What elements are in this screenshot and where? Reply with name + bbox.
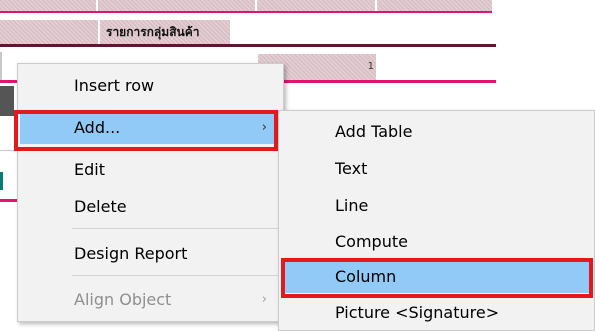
- band-divider: [375, 0, 377, 11]
- menu-item-label: Align Object: [74, 290, 172, 309]
- menu-item-label: Design Report: [74, 244, 188, 263]
- menu-item-design-report[interactable]: Design Report: [20, 238, 281, 270]
- submenu-item-label: Add Table: [335, 122, 413, 141]
- add-submenu: Add Table Text Line Compute Column Pictu…: [278, 110, 595, 331]
- top-band: [0, 0, 492, 11]
- submenu-item-compute[interactable]: Compute: [281, 226, 592, 258]
- field-marker: [0, 172, 3, 190]
- submenu-item-text[interactable]: Text: [281, 153, 592, 185]
- menu-item-label: Add...: [74, 118, 121, 137]
- band-border: [0, 11, 492, 13]
- row-edge: [0, 52, 2, 82]
- submenu-item-add-table[interactable]: Add Table: [281, 116, 592, 148]
- submenu-item-label: Picture <Signature>: [335, 303, 500, 322]
- menu-item-label: Insert row: [74, 76, 155, 95]
- band-divider: [96, 0, 98, 11]
- submenu-arrow-icon: ›: [261, 292, 267, 307]
- group-header-border: [0, 44, 496, 47]
- menu-item-insert-row[interactable]: Insert row: [20, 70, 281, 102]
- menu-separator: [72, 228, 279, 229]
- menu-separator: [72, 275, 279, 276]
- submenu-item-line[interactable]: Line: [281, 190, 592, 222]
- submenu-item-label: Line: [335, 196, 369, 215]
- selection-strip: [0, 86, 14, 116]
- submenu-item-label: Text: [335, 159, 368, 178]
- menu-item-edit[interactable]: Edit: [20, 154, 281, 186]
- group-header-left: [0, 20, 98, 44]
- submenu-arrow-icon: ›: [261, 120, 267, 135]
- submenu-item-picture-signature[interactable]: Picture <Signature>: [281, 297, 592, 329]
- menu-item-label: Delete: [74, 197, 127, 216]
- menu-item-add[interactable]: Add... ›: [20, 112, 281, 144]
- band-divider: [255, 0, 257, 11]
- submenu-item-label: Compute: [335, 232, 408, 251]
- group-header-label[interactable]: รายการกลุ่มสินค้า: [100, 20, 200, 44]
- menu-item-label: Edit: [74, 160, 105, 179]
- submenu-item-column[interactable]: Column: [281, 261, 592, 293]
- menu-item-align-object: Align Object ›: [20, 284, 281, 316]
- menu-item-delete[interactable]: Delete: [20, 191, 281, 223]
- context-menu: Insert row Add... › Edit Delete Design R…: [17, 63, 284, 322]
- submenu-item-label: Column: [335, 267, 397, 286]
